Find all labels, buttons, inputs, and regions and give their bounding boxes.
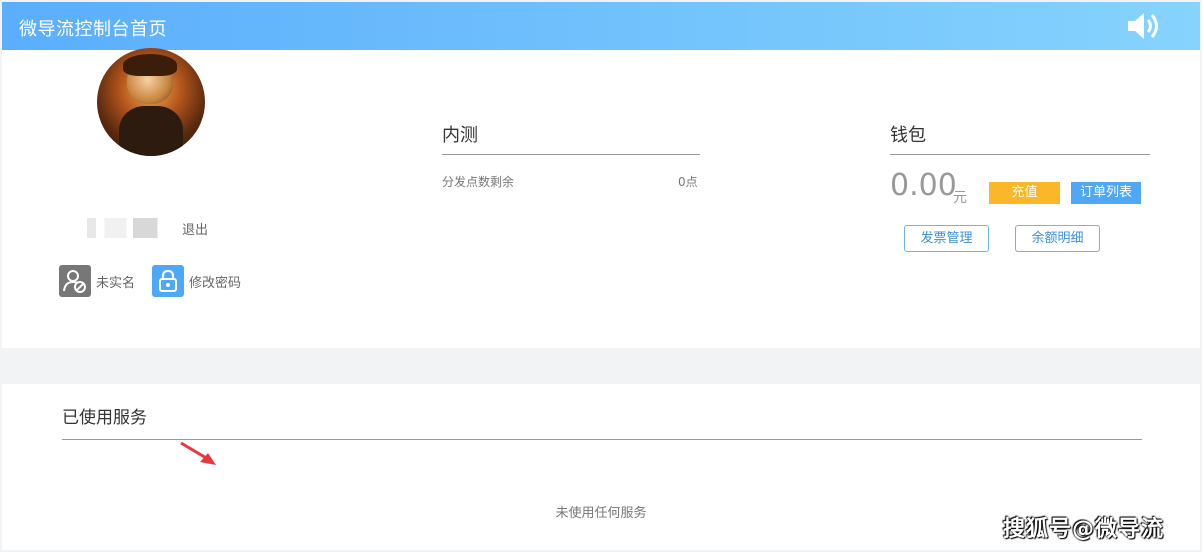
change-password-label: 修改密码 — [189, 275, 242, 291]
page-title: 微导流控制台首页 — [19, 19, 167, 40]
watermark: 搜狐号@微导流 — [1003, 517, 1165, 542]
beta-section-title: 内测 — [442, 125, 478, 146]
change-password-link[interactable]: 修改密码 — [152, 265, 241, 297]
used-services-title: 已使用服务 — [62, 408, 147, 428]
divider — [890, 154, 1150, 155]
speaker-icon[interactable] — [1126, 10, 1162, 42]
realname-label: 未实名 — [96, 275, 136, 291]
divider — [62, 439, 1142, 440]
divider — [442, 154, 700, 155]
lock-icon — [152, 265, 184, 297]
logout-link[interactable]: 退出 — [182, 219, 208, 238]
avatar[interactable] — [97, 48, 205, 156]
username-blurred — [87, 218, 175, 238]
points-remaining-value: 0点 — [678, 175, 698, 189]
annotation-arrow-icon — [180, 441, 216, 465]
order-list-button[interactable]: 订单列表 — [1071, 182, 1141, 204]
balance-detail-button[interactable]: 余额明细 — [1015, 225, 1100, 252]
invoice-management-button[interactable]: 发票管理 — [904, 225, 989, 252]
currency-unit: 元 — [953, 190, 967, 206]
wallet-section-title: 钱包 — [890, 125, 926, 146]
realname-status[interactable]: 未实名 — [59, 265, 135, 297]
wallet-balance: 0.00 — [890, 168, 957, 203]
user-unverified-icon — [59, 265, 91, 297]
recharge-button[interactable]: 充值 — [989, 182, 1060, 204]
points-remaining-label: 分发点数剩余 — [442, 175, 515, 189]
top-header: 微导流控制台首页 — [2, 2, 1200, 50]
